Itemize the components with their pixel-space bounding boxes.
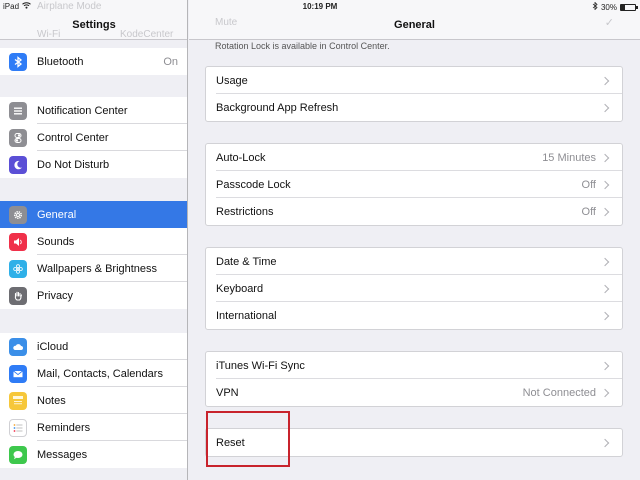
row-value: 15 Minutes <box>542 151 596 164</box>
group-sync-vpn: iTunes Wi-Fi Sync VPN Not Connected <box>205 351 623 407</box>
sidebar-item-sounds[interactable]: Sounds <box>0 228 187 255</box>
chevron-right-icon <box>600 180 610 189</box>
row-date-time[interactable]: Date & Time <box>206 248 622 275</box>
sidebar-item-label: iCloud <box>37 340 69 353</box>
sidebar-item-reminders[interactable]: Reminders <box>0 414 187 441</box>
row-label: VPN <box>216 386 239 399</box>
notification-center-icon <box>9 101 27 120</box>
sidebar-item-icloud[interactable]: iCloud <box>0 333 187 360</box>
sidebar-item-wallpapers-brightness[interactable]: Wallpapers & Brightness <box>0 255 187 282</box>
sidebar-item-privacy[interactable]: Privacy <box>0 282 187 309</box>
sidebar-item-notes[interactable]: Notes <box>0 387 187 414</box>
group-lock: Auto-Lock 15 Minutes Passcode Lock Off R… <box>205 143 623 226</box>
row-value: Not Connected <box>522 386 596 399</box>
status-bar: iPad 10:19 PM 30% <box>0 0 640 14</box>
rotation-lock-note: Rotation Lock is available in Control Ce… <box>215 41 390 51</box>
row-vpn[interactable]: VPN Not Connected <box>206 379 622 406</box>
row-label: Passcode Lock <box>216 178 291 191</box>
sidebar-item-label: Notification Center <box>37 104 128 117</box>
row-label: Date & Time <box>216 255 277 268</box>
row-international[interactable]: International <box>206 302 622 329</box>
group-usage: Usage Background App Refresh <box>205 66 623 122</box>
status-time: 10:19 PM <box>302 2 338 11</box>
gear-icon <box>9 205 27 224</box>
sidebar-item-notification-center[interactable]: Notification Center <box>0 97 187 124</box>
sidebar-item-label: Mail, Contacts, Calendars <box>37 367 163 380</box>
message-icon <box>9 445 27 464</box>
status-right: 30% <box>592 1 638 12</box>
row-value: Off <box>581 205 596 218</box>
row-passcode-lock[interactable]: Passcode Lock Off <box>206 171 622 198</box>
chevron-right-icon <box>600 103 610 112</box>
bluetooth-icon <box>9 52 27 71</box>
sidebar-item-bluetooth[interactable]: Bluetooth On <box>0 48 187 75</box>
battery-percent: 30% <box>600 2 617 12</box>
sidebar-item-label: Bluetooth <box>37 55 84 68</box>
speaker-icon <box>9 232 27 251</box>
sidebar-item-label: Wallpapers & Brightness <box>37 262 158 275</box>
battery-icon <box>620 3 638 11</box>
ghost-wifi: Wi-Fi <box>37 29 61 40</box>
row-keyboard[interactable]: Keyboard <box>206 275 622 302</box>
reminders-icon <box>9 418 27 437</box>
row-auto-lock[interactable]: Auto-Lock 15 Minutes <box>206 144 622 171</box>
row-label: Restrictions <box>216 205 274 218</box>
sidebar-item-label: Control Center <box>37 131 109 144</box>
notes-icon <box>9 391 27 410</box>
chevron-right-icon <box>600 361 610 370</box>
settings-sidebar: Airplane Mode Settings Wi-Fi KodeCenter … <box>0 0 188 480</box>
chevron-right-icon <box>600 284 610 293</box>
group-date-keyboard: Date & Time Keyboard International <box>205 247 623 330</box>
sidebar-item-value: On <box>163 55 178 68</box>
sidebar-item-label: Privacy <box>37 289 74 302</box>
ghost-wifi-value: KodeCenter <box>120 29 174 40</box>
bluetooth-status-icon <box>592 1 598 12</box>
sidebar-item-label: General <box>37 208 77 221</box>
moon-icon <box>9 155 27 174</box>
flower-icon <box>9 259 27 278</box>
row-label: Usage <box>216 74 248 87</box>
cloud-icon <box>9 337 27 356</box>
row-label: Keyboard <box>216 282 264 295</box>
sidebar-item-do-not-disturb[interactable]: Do Not Disturb <box>0 151 187 178</box>
page-title: General <box>394 19 435 31</box>
chevron-right-icon <box>600 153 610 162</box>
row-label: International <box>216 309 277 322</box>
sidebar-item-mail-contacts-calendars[interactable]: Mail, Contacts, Calendars <box>0 360 187 387</box>
reset-highlight-box <box>206 411 290 467</box>
row-label: Auto-Lock <box>216 151 266 164</box>
sidebar-item-label: Messages <box>37 448 88 461</box>
sidebar-item-label: Notes <box>37 394 66 407</box>
sidebar-item-messages[interactable]: Messages <box>0 441 187 468</box>
control-center-icon <box>9 128 27 147</box>
row-value: Off <box>581 178 596 191</box>
row-restrictions[interactable]: Restrictions Off <box>206 198 622 225</box>
row-background-app-refresh[interactable]: Background App Refresh <box>206 94 622 121</box>
general-settings-pane: Mute ✓ General Rotation Lock is availabl… <box>189 0 640 480</box>
chevron-right-icon <box>600 207 610 216</box>
chevron-right-icon <box>600 257 610 266</box>
row-label: iTunes Wi-Fi Sync <box>216 359 305 372</box>
battery-fill <box>621 4 626 10</box>
sidebar-item-label: Do Not Disturb <box>37 158 110 171</box>
chevron-right-icon <box>600 388 610 397</box>
sidebar-item-general[interactable]: General <box>0 201 187 228</box>
chevron-right-icon <box>600 76 610 85</box>
row-itunes-wifi-sync[interactable]: iTunes Wi-Fi Sync <box>206 352 622 379</box>
sidebar-item-label: Reminders <box>37 421 91 434</box>
mail-icon <box>9 364 27 383</box>
chevron-right-icon <box>600 311 610 320</box>
row-label: Background App Refresh <box>216 101 339 114</box>
row-usage[interactable]: Usage <box>206 67 622 94</box>
sidebar-item-label: Sounds <box>37 235 75 248</box>
chevron-right-icon <box>600 438 610 447</box>
hand-icon <box>9 286 27 305</box>
sidebar-item-control-center[interactable]: Control Center <box>0 124 187 151</box>
